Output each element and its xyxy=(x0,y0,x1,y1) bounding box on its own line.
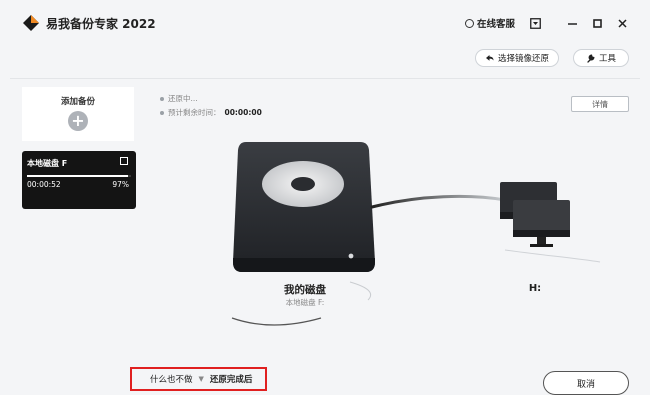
cable-line xyxy=(370,194,507,209)
destination-label: H: xyxy=(528,283,542,294)
base-arc xyxy=(231,317,322,326)
cancel-button[interactable]: 取消 xyxy=(543,371,629,395)
source-title: 我的磁盘 xyxy=(284,284,326,296)
cable-line-faint xyxy=(504,249,601,263)
hard-disk-icon xyxy=(233,142,375,272)
after-completion-label: 还原完成后 xyxy=(209,375,253,385)
after-completion-dropdown[interactable]: 什么也不做 xyxy=(150,373,193,385)
after-completion-selector[interactable]: 什么也不做 ▼ 还原完成后 xyxy=(130,367,267,391)
source-subtitle: 本地磁盘 F: xyxy=(285,298,325,307)
chevron-down-icon[interactable]: ▼ xyxy=(199,375,204,383)
illustration xyxy=(231,142,601,326)
computer-icon xyxy=(500,182,570,247)
